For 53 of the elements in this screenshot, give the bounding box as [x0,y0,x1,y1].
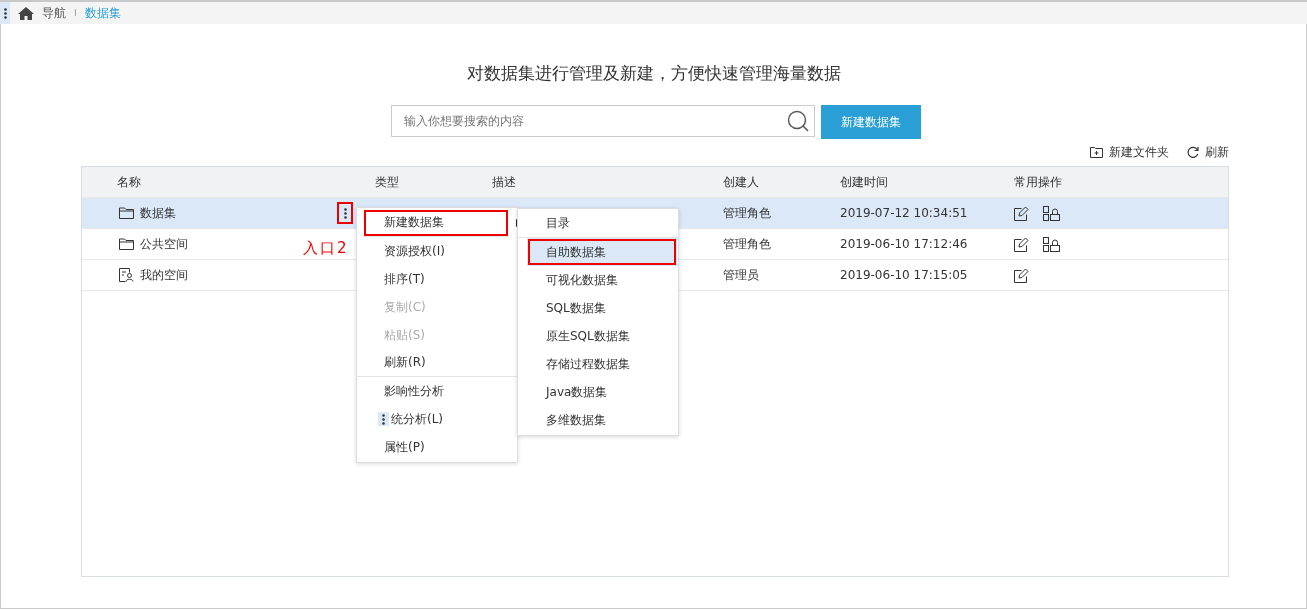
menu-item[interactable]: SQL数据集 [518,294,678,322]
menu-item[interactable]: 多维数据集 [518,406,678,434]
more-button[interactable] [337,202,353,224]
name-cell: 公共空间 [140,235,188,253]
user-space-icon [119,268,134,282]
toolbar-button[interactable]: 新建文件夹 [1090,143,1169,161]
permission-icon[interactable] [1043,205,1060,221]
column-header: 常用操作 [1014,173,1063,191]
menu-item[interactable]: 可视化数据集 [518,266,678,294]
search-field[interactable]: 输入你想要搜索的内容 [391,105,815,137]
creator-cell-text: 管理员 [723,266,760,284]
folder-icon [119,238,134,250]
folder-icon [119,207,134,219]
menu-item[interactable]: 自助数据集 [527,238,677,266]
name-cell: 我的空间 [140,266,188,284]
creator-cell-text: 管理角色 [723,204,772,222]
menu-item[interactable]: 排序(T) [357,265,517,293]
time-cell-text: 2019-07-12 10:34:51 [840,206,969,220]
menu-handle[interactable] [0,2,10,24]
menu-item[interactable]: 新建数据集 [363,209,509,237]
permission-icon[interactable] [1043,236,1060,252]
column-header: 创建时间 [840,173,889,191]
menu-item[interactable]: Java数据集 [518,378,678,406]
menu-item[interactable]: 属性(P) [357,433,517,461]
menu-item[interactable]: 统分析(L) [357,405,517,433]
edit-icon[interactable] [1014,267,1029,283]
breadcrumb-item[interactable]: 导航 [42,4,66,22]
edit-icon[interactable] [1014,205,1029,221]
name-cell: 数据集 [140,204,176,222]
home-icon[interactable] [18,6,34,20]
menu-item[interactable]: 存储过程数据集 [518,350,678,378]
kebab-icon [343,207,347,219]
column-header: 创建人 [723,173,760,191]
annotation-label: 入口2 [303,239,349,258]
toolbar-button[interactable]: 刷新 [1187,143,1229,161]
column-header: 描述 [492,173,517,191]
kebab-icon [382,413,385,425]
column-header: 类型 [375,173,400,191]
edit-icon[interactable] [1014,236,1029,252]
time-cell-text: 2019-06-10 17:15:05 [840,268,969,282]
add-folder-icon [1090,146,1103,158]
refresh-icon [1187,146,1199,158]
search-icon[interactable] [787,110,809,132]
breadcrumb-separator: I [74,8,77,18]
menu-item[interactable]: 资源授权(I) [357,237,517,265]
creator-cell-text: 管理角色 [723,235,772,253]
kebab-icon [3,7,7,19]
kebab-overlay[interactable] [378,412,389,426]
menu-item[interactable]: 影响性分析 [357,377,517,405]
column-header: 名称 [116,173,142,191]
time-cell-text: 2019-06-10 17:12:46 [840,237,969,251]
menu-item[interactable]: 原生SQL数据集 [518,322,678,350]
page-heading: 对数据集进行管理及新建，方便快速管理海量数据 [465,62,842,85]
